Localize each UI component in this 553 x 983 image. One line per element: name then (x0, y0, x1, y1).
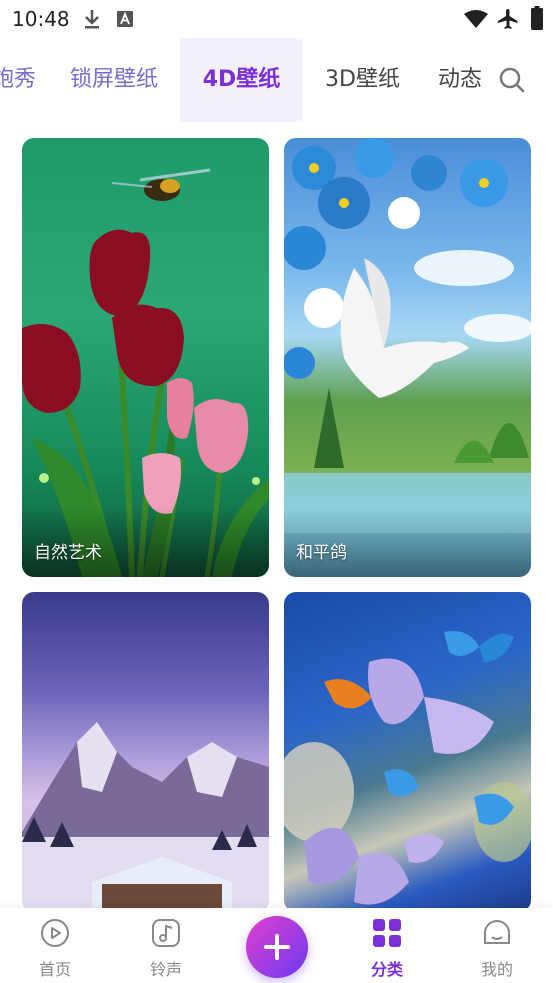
status-bar: 10:48 (0, 0, 553, 38)
nav-mine-label: 我的 (480, 960, 513, 979)
nav-mine[interactable]: 我的 (452, 908, 542, 983)
grid-icon (373, 919, 401, 947)
plus-icon (264, 934, 290, 960)
nav-ringtones[interactable]: 铃声 (121, 908, 211, 983)
download-icon (85, 10, 99, 29)
nav-home-label: 首页 (38, 960, 71, 979)
smiley-icon (484, 920, 510, 944)
wallpaper-card[interactable]: 和平鸽 (284, 138, 531, 577)
tab-label: 3D壁纸 (325, 67, 400, 92)
category-tabs: 炮秀 锁屏壁纸 4D壁纸 3D壁纸 动态 (0, 38, 553, 122)
wallpaper-card[interactable] (284, 592, 531, 912)
status-time: 10:48 (12, 7, 70, 31)
play-circle-icon (41, 919, 69, 947)
card-caption: 和平鸽 (296, 543, 347, 563)
wallpaper-butterflies-art (284, 631, 531, 905)
airplane-icon (498, 9, 518, 29)
tab-label: 动态 (438, 67, 483, 92)
tab-label: 锁屏壁纸 (70, 67, 159, 92)
tab-label: 4D壁纸 (202, 67, 281, 92)
tab-label: 炮秀 (0, 67, 37, 92)
wallpaper-card[interactable] (22, 592, 269, 912)
nav-categories[interactable]: 分类 (342, 908, 432, 983)
search-icon[interactable] (497, 65, 527, 95)
wifi-icon (464, 10, 488, 28)
nav-ringtones-label: 铃声 (149, 960, 182, 979)
nav-categories-label: 分类 (370, 960, 403, 979)
tab-4d-wallpaper[interactable]: 4D壁纸 (180, 38, 303, 122)
wallpaper-card[interactable]: 自然艺术 (22, 138, 269, 577)
card-caption: 自然艺术 (34, 543, 102, 563)
tab-3d-wallpaper[interactable]: 3D壁纸 (325, 38, 400, 122)
nav-home[interactable]: 首页 (10, 908, 100, 983)
a-badge-icon (117, 11, 133, 27)
tab-xiu[interactable]: 炮秀 (0, 38, 36, 122)
music-note-icon (152, 919, 180, 947)
create-button[interactable] (246, 916, 308, 978)
tab-lockscreen[interactable]: 锁屏壁纸 (70, 38, 158, 122)
battery-icon (531, 6, 543, 30)
wallpaper-mountain-art (22, 722, 269, 912)
tab-dynamic[interactable]: 动态 (438, 38, 482, 122)
